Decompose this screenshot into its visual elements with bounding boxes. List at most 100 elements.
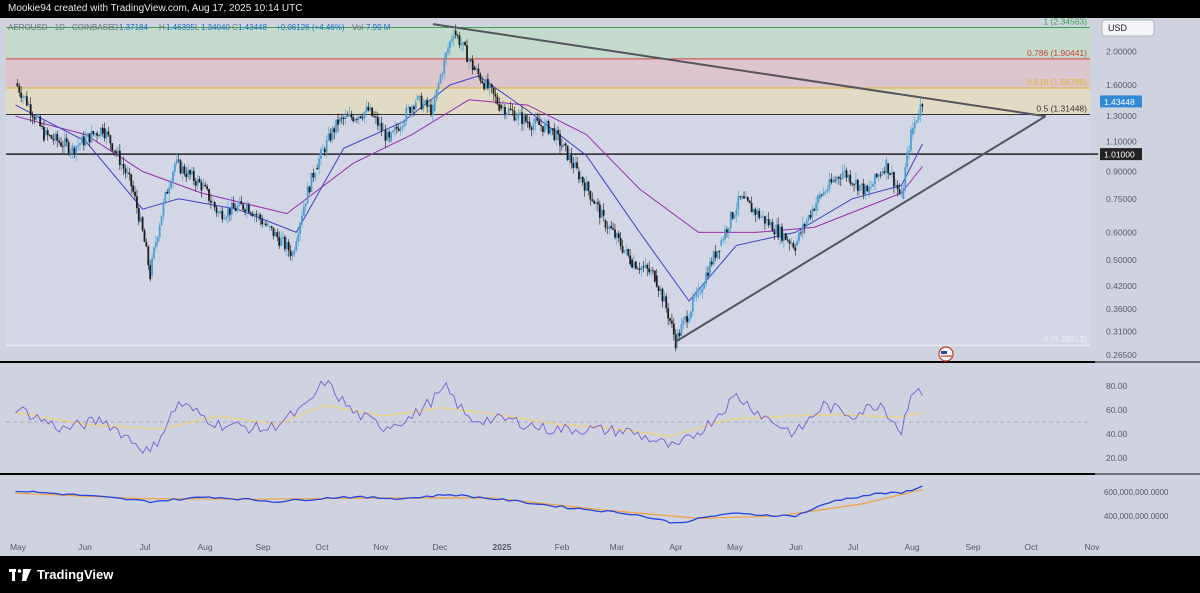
- candle-body: [60, 142, 62, 147]
- candle-body: [896, 184, 899, 190]
- last-price-label: 1.43448: [1104, 97, 1135, 107]
- candle-body: [737, 196, 740, 210]
- candle-body: [659, 288, 662, 292]
- candle-body: [667, 308, 670, 319]
- price-tick-label: 1.60000: [1106, 80, 1137, 90]
- time-tick-label: Oct: [1024, 542, 1038, 552]
- candle-body: [853, 184, 855, 185]
- candle-body: [202, 184, 205, 186]
- candle-body: [335, 119, 338, 133]
- fib-level-label: 0 (0.28313): [1044, 334, 1088, 344]
- candle-body: [475, 68, 478, 70]
- candle-body: [767, 219, 770, 226]
- tradingview-logo[interactable]: TradingView: [9, 567, 113, 582]
- candle-body: [145, 242, 148, 247]
- candle-body: [889, 173, 892, 175]
- candle-body: [375, 116, 377, 118]
- candle-body: [225, 216, 227, 219]
- candle-body: [521, 112, 523, 125]
- candle-body: [858, 184, 861, 191]
- candle-body: [346, 115, 349, 117]
- flag-icon[interactable]: [938, 346, 954, 362]
- candle-body: [187, 170, 190, 178]
- candle-body: [908, 150, 910, 153]
- candle-body: [616, 233, 618, 238]
- candle-body: [739, 196, 742, 197]
- candle-body: [689, 311, 692, 318]
- price-tick-label: 0.31000: [1106, 327, 1137, 337]
- candle-body: [113, 150, 116, 152]
- candle-body: [483, 83, 485, 89]
- candle-body: [401, 126, 404, 128]
- candle-body: [109, 135, 112, 144]
- candle-body: [856, 179, 859, 191]
- candle-body: [530, 127, 533, 130]
- candle-body: [392, 130, 394, 133]
- candle-body: [115, 151, 117, 154]
- candle-body: [356, 119, 358, 120]
- candle-body: [811, 208, 814, 218]
- candle-body: [807, 214, 810, 221]
- candle-body: [644, 264, 647, 267]
- candle-body: [22, 96, 24, 98]
- candle-body: [538, 120, 541, 126]
- candle-body: [219, 210, 222, 214]
- candle-body: [921, 104, 924, 107]
- fib-band: [6, 114, 1090, 346]
- price-chart[interactable]: 1.01000 1 (2.34583) 0.786 (1.90441) 0.618 …: [0, 18, 1200, 556]
- candle-body: [585, 181, 588, 191]
- candle-body: [240, 201, 243, 205]
- support-level-label: 1.01000: [1104, 150, 1135, 160]
- candle-body: [128, 172, 131, 175]
- candle-body: [122, 163, 125, 169]
- candle-body: [697, 287, 700, 292]
- candle-body: [515, 118, 518, 121]
- candle-body: [720, 240, 723, 246]
- candle-body: [551, 128, 554, 130]
- candle-body: [143, 230, 146, 243]
- candle-body: [352, 117, 355, 122]
- candle-body: [403, 121, 406, 127]
- candle-body: [716, 250, 719, 258]
- candle-body: [468, 59, 470, 62]
- candle-body: [617, 233, 620, 239]
- candle-body: [560, 145, 563, 147]
- candle-body: [500, 105, 503, 109]
- brand-name: TradingView: [37, 567, 114, 582]
- candle-body: [261, 219, 264, 225]
- candle-body: [270, 226, 273, 228]
- candle-body: [881, 171, 884, 175]
- candle-body: [743, 196, 745, 199]
- candle-body: [411, 106, 413, 113]
- fib-band: [6, 88, 1090, 115]
- candle-body: [587, 181, 590, 191]
- candle-body: [244, 209, 246, 212]
- candle-body: [94, 133, 97, 135]
- candle-body: [572, 163, 575, 168]
- candle-body: [574, 162, 577, 168]
- candle-body: [870, 186, 873, 188]
- currency-selector[interactable]: USD: [1101, 19, 1155, 37]
- candle-body: [631, 259, 633, 268]
- candle-body: [90, 131, 93, 143]
- candle-body: [164, 191, 167, 202]
- candle-body: [477, 68, 480, 75]
- candle-body: [189, 170, 191, 175]
- candle-body: [636, 268, 639, 270]
- candle-body: [151, 257, 153, 276]
- time-tick-label: Aug: [904, 542, 919, 552]
- candle-body: [756, 210, 759, 215]
- candle-body: [340, 117, 343, 119]
- candle-body: [915, 120, 918, 123]
- symbol-name[interactable]: AEROUSD · 1D · COINBASE: [8, 23, 113, 32]
- candle-body: [608, 226, 611, 229]
- candle-body: [65, 138, 68, 143]
- candle-body: [67, 142, 70, 153]
- candle-body: [134, 191, 136, 197]
- candle-body: [31, 114, 34, 118]
- candle-body: [234, 207, 237, 211]
- candle-body: [792, 243, 795, 248]
- candle-body: [194, 181, 197, 186]
- price-tick-label: 2.00000: [1106, 46, 1137, 56]
- candle-body: [282, 236, 284, 239]
